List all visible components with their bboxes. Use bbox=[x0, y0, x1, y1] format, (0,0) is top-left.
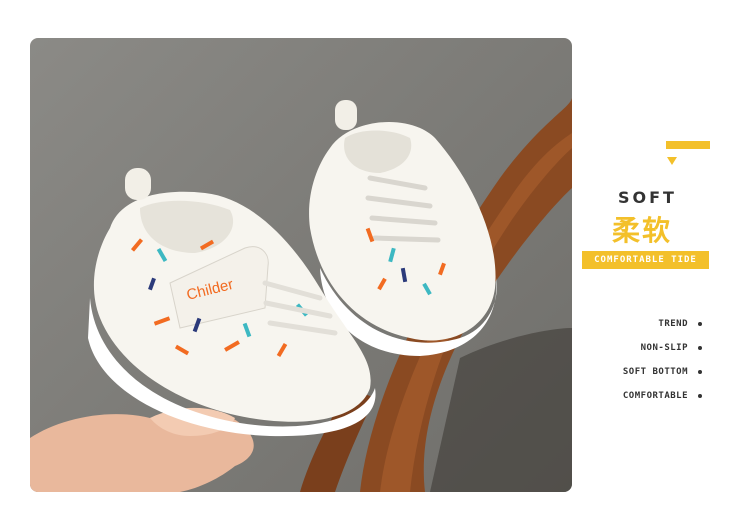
feature-item: TREND bbox=[582, 312, 702, 336]
bullet-dot-icon bbox=[698, 394, 702, 398]
feature-label: NON-SLIP bbox=[640, 343, 688, 353]
accent-triangle bbox=[667, 157, 677, 165]
feature-label: SOFT BOTTOM bbox=[622, 367, 688, 377]
shoe-illustration: Childer bbox=[30, 98, 572, 492]
feature-label: COMFORTABLE bbox=[622, 391, 688, 401]
feature-list: TREND NON-SLIP SOFT BOTTOM COMFORTABLE bbox=[582, 312, 702, 408]
heading-english: SOFT bbox=[618, 188, 677, 207]
bullet-dot-icon bbox=[698, 370, 702, 374]
tagline-badge: COMFORTABLE TIDE bbox=[582, 251, 709, 269]
bullet-dot-icon bbox=[698, 322, 702, 326]
product-photo: Childer bbox=[30, 38, 572, 492]
feature-label: TREND bbox=[658, 319, 688, 329]
feature-item: NON-SLIP bbox=[582, 336, 702, 360]
feature-item: SOFT BOTTOM bbox=[582, 360, 702, 384]
feature-item: COMFORTABLE bbox=[582, 384, 702, 408]
heading-chinese: 柔软 bbox=[612, 214, 673, 247]
accent-bar bbox=[666, 141, 710, 149]
bullet-dot-icon bbox=[698, 346, 702, 350]
